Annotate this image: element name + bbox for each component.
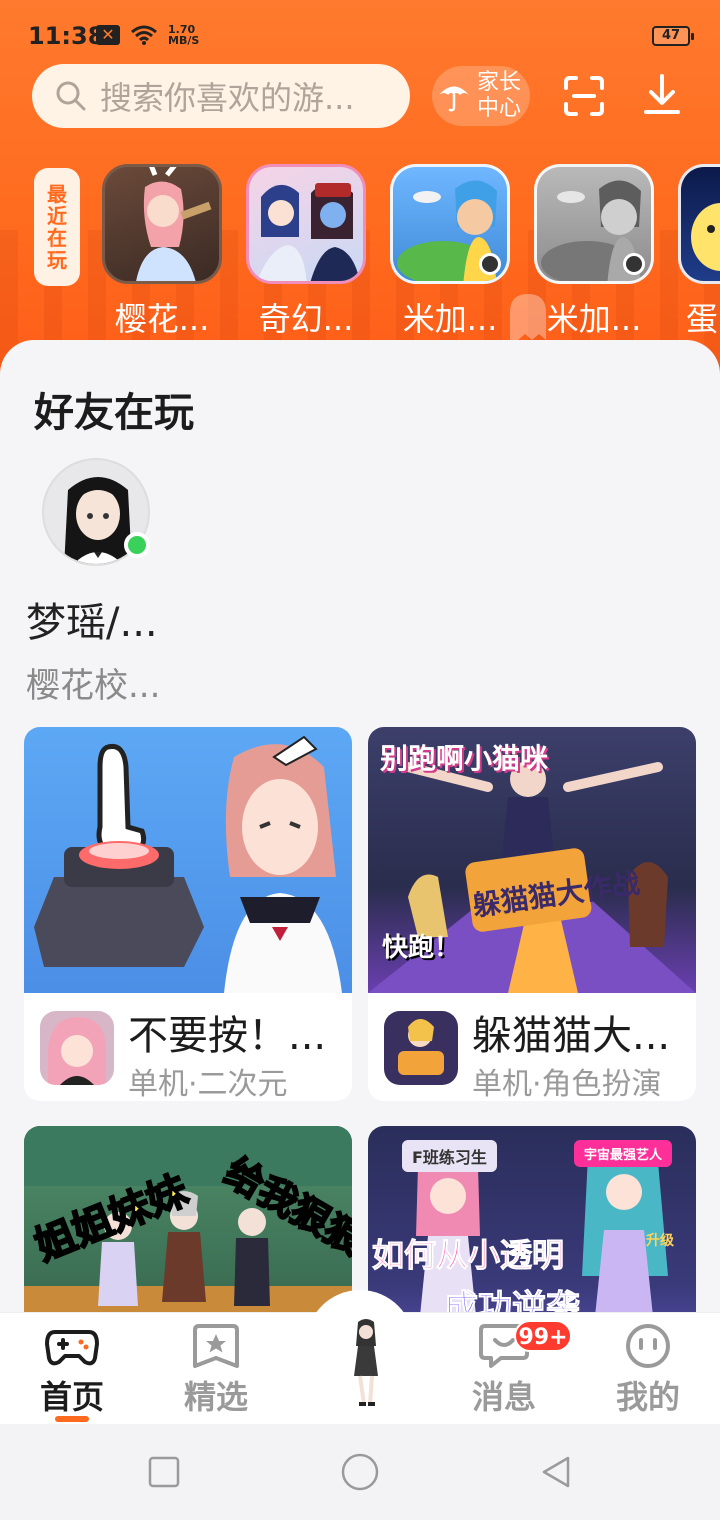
game-icon-image [48, 1017, 106, 1085]
parent-center-line1: 家长 [476, 70, 521, 95]
wifi-icon [131, 25, 157, 45]
search-input[interactable]: 搜索你喜欢的游... [32, 64, 410, 128]
umbrella-icon [439, 86, 469, 112]
game-thumbnail [534, 164, 654, 284]
recent-tag-char: 最 [47, 182, 67, 206]
game-tags: 单机·二次元 [128, 1067, 288, 1101]
recent-game-1[interactable]: 樱花... [102, 164, 222, 340]
friend-name[interactable]: 梦瑶/... [26, 590, 158, 648]
game-card-info: 不要按！... 单机·二次元 [24, 993, 352, 1101]
recent-played-tag[interactable]: 最 近 在 玩 [34, 168, 80, 286]
recent-game-5[interactable]: 蛋 [678, 164, 720, 340]
card-overlay-run: 快跑！ [382, 933, 461, 963]
search-placeholder: 搜索你喜欢的游... [100, 79, 355, 117]
recent-game-4[interactable]: 米加... [534, 164, 654, 340]
back-triangle-icon[interactable] [538, 1454, 574, 1490]
notification-icon: ✕ [96, 25, 120, 45]
game-tags: 单机·角色扮演 [472, 1067, 662, 1101]
button-press-scene [34, 735, 342, 993]
recent-tag-char: 玩 [47, 248, 67, 272]
recent-game-2[interactable]: 奇幻... [246, 164, 366, 340]
nav-mine-label: 我的 [615, 1378, 680, 1416]
game-thumbnail [102, 164, 222, 284]
messages-badge: 99+ [514, 1320, 572, 1352]
parent-center-label: 家长 中心 [472, 70, 526, 122]
nav-mine[interactable]: 我的 [588, 1322, 708, 1418]
recent-game-label: 蛋 [686, 300, 719, 338]
card-overlay-top: 别跑啊小猫咪 [380, 742, 549, 775]
card-overlay-pink: 宇宙最强艺人 [574, 1140, 673, 1167]
header: 11:38 ✕ 1.70 MB/S 47 搜索你喜欢的游... 家长 中心 最 … [0, 0, 720, 390]
anime-girl-image [136, 167, 212, 281]
game-card[interactable]: 别跑啊小猫咪 躲猫猫大作战 快跑！ 躲猫猫大... 单机·角色扮演 [368, 727, 696, 1101]
ghost-icon [510, 294, 546, 340]
game-thumbnail [246, 164, 366, 284]
card-overlay-text: 如何从小透明 [371, 1236, 565, 1275]
speed-unit: MB/S [168, 34, 200, 47]
face-icon [626, 1324, 670, 1368]
game-card-info: 躲猫猫大... 单机·角色扮演 [368, 993, 696, 1101]
download-icon[interactable] [640, 72, 684, 118]
game-card-image: 别跑啊小猫咪 躲猫猫大作战 快跑！ [368, 727, 696, 993]
search-icon [56, 81, 86, 111]
recent-game-3[interactable]: 米加... [390, 164, 510, 340]
card-overlay-lvl: 升级 [646, 1233, 674, 1249]
system-nav-bar [0, 1424, 720, 1520]
game-card-image [24, 727, 352, 993]
friends-playing-title: 好友在玩 [34, 390, 194, 436]
game-icon [40, 1011, 114, 1085]
parent-center-line2: 中心 [476, 96, 521, 121]
recent-game-label: 奇幻... [258, 300, 354, 338]
game-icon-image [398, 1019, 444, 1075]
online-status-dot [124, 532, 150, 558]
parent-center-button[interactable]: 家长 中心 [432, 66, 530, 126]
game-icon [384, 1011, 458, 1085]
recent-game-label: 米加... [402, 300, 498, 338]
network-speed: 1.70 MB/S [168, 24, 199, 46]
battery-indicator: 47 [652, 26, 694, 46]
status-time: 11:38 [28, 22, 105, 50]
status-bar: 11:38 ✕ 1.70 MB/S 47 [0, 0, 720, 72]
star-card-icon [193, 1324, 239, 1368]
nav-messages-label: 消息 [471, 1378, 536, 1416]
scan-icon[interactable] [562, 74, 606, 118]
status-icons: ✕ 1.70 MB/S [96, 24, 199, 46]
character-avatar-icon[interactable] [346, 1316, 386, 1408]
card-overlay-badge: F班练习生 [402, 1140, 497, 1172]
recent-game-label: 樱花... [114, 300, 210, 338]
game-card[interactable]: 不要按！... 单机·二次元 [24, 727, 352, 1101]
game-title: 不要按！... [128, 1013, 327, 1059]
friend-game[interactable]: 樱花校... [26, 658, 160, 707]
nav-home[interactable]: 首页 [12, 1322, 132, 1422]
recent-tag-char: 在 [47, 226, 67, 250]
gamepad-icon [45, 1330, 99, 1366]
home-circle-icon[interactable] [340, 1452, 380, 1492]
game-title: 躲猫猫大... [472, 1013, 671, 1059]
game-thumbnail [390, 164, 510, 284]
nav-home-label: 首页 [39, 1378, 104, 1416]
recents-square-icon[interactable] [146, 1454, 182, 1490]
nav-featured-label: 精选 [183, 1378, 248, 1416]
nav-featured[interactable]: 精选 [156, 1322, 276, 1418]
recent-tag-char: 近 [47, 204, 67, 228]
anime-duo-image [257, 183, 360, 281]
egg-character-image [691, 203, 720, 271]
game-thumbnail [678, 164, 720, 284]
main-panel: 好友在玩 梦瑶/... 樱花校... 不要按！... 单机·二次元 别跑啊小猫咪… [0, 340, 720, 1392]
